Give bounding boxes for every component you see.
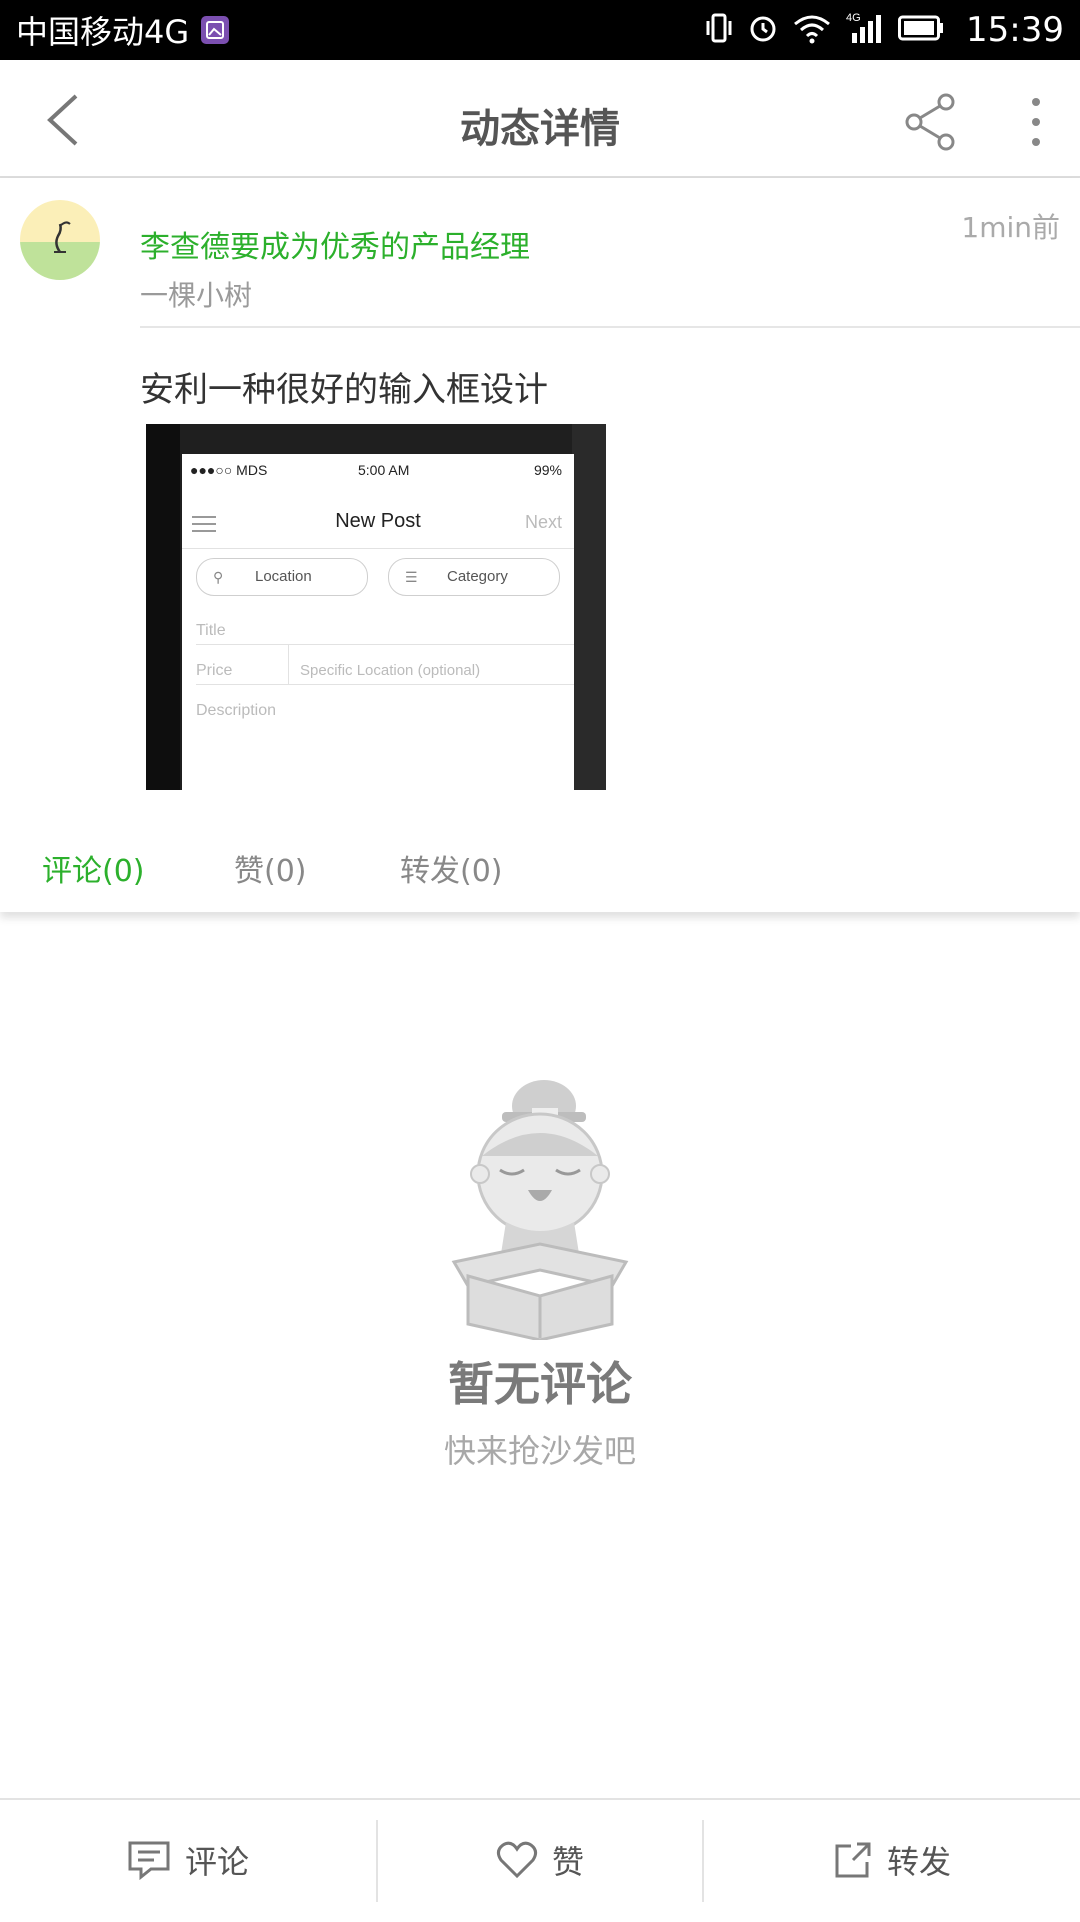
more-vert-icon [1032, 98, 1040, 146]
phone-battery: 99% [533, 462, 562, 478]
bottom-action-bar: 评论 赞 转发 [0, 1798, 1080, 1922]
phone-title-field: Title [196, 622, 226, 639]
phone-price-field: Price [196, 662, 233, 679]
like-button-label: 赞 [551, 1843, 584, 1881]
avatar[interactable] [20, 200, 100, 280]
tab-likes[interactable]: 赞(0) [234, 846, 307, 890]
comment-button[interactable]: 评论 [0, 1800, 376, 1920]
phone-specific-field: Specific Location (optional) [300, 662, 481, 679]
empty-illustration [440, 1070, 640, 1342]
phone-divider [196, 684, 574, 685]
post-tabs: 评论(0) 赞(0) 转发(0) [0, 846, 1080, 902]
phone-divider [288, 644, 289, 684]
phone-divider [196, 644, 574, 645]
phone-next: Next [524, 512, 562, 532]
like-button[interactable]: 赞 [378, 1800, 702, 1920]
share-icon [905, 93, 955, 151]
post-timestamp: 1min前 [961, 211, 1060, 244]
post-image[interactable]: ●●●○○ MDS 5:00 AM 99% New Post Next ⚲ Lo… [146, 424, 606, 790]
mascot-box-icon [451, 1080, 629, 1342]
phone-frame-right [572, 424, 606, 790]
status-bar: 中国移动4G 4G 15:39 [0, 0, 1080, 60]
phone-carrier: ●●●○○ MDS [190, 462, 268, 478]
forward-icon [835, 1842, 871, 1878]
phone-description-field: Description [196, 702, 277, 719]
app-header: 动态详情 [0, 60, 1080, 178]
signal-icon: 4G [846, 11, 884, 49]
post-text: 安利一种很好的输入框设计 [140, 370, 548, 410]
location-chip: ⚲ Location [196, 558, 368, 596]
phone-title: New Post [335, 510, 421, 532]
tab-reposts[interactable]: 转发(0) [400, 846, 503, 890]
vibrate-icon [704, 12, 734, 48]
post-card: 李查德要成为优秀的产品经理 一棵小树 1min前 安利一种很好的输入框设计 ●●… [0, 178, 1080, 912]
phone-screen: ●●●○○ MDS 5:00 AM 99% New Post Next ⚲ Lo… [182, 454, 574, 790]
gallery-notification-icon [201, 16, 230, 44]
status-icons: 4G 15:39 [704, 0, 1064, 60]
carrier-label: 中国移动4G [16, 13, 190, 51]
alarm-icon [748, 12, 778, 48]
empty-state-subtitle: 快来抢沙发吧 [443, 1432, 636, 1470]
phone-status-bar: ●●●○○ MDS 5:00 AM 99% [190, 462, 570, 484]
comment-icon [128, 1841, 170, 1880]
network-type: 4G [846, 12, 861, 24]
list-icon: ☰ [405, 569, 418, 585]
phone-frame-left [146, 424, 180, 790]
forward-button-label: 转发 [886, 1843, 951, 1881]
author-name[interactable]: 李查德要成为优秀的产品经理 [140, 222, 530, 266]
more-options-button[interactable] [1016, 90, 1056, 154]
location-chip-label: Location [255, 568, 312, 585]
location-pin-icon: ⚲ [213, 569, 224, 585]
phone-nav-bar: New Post Next [182, 496, 574, 549]
wifi-icon [792, 12, 832, 48]
category-chip: ☰ Category [388, 558, 560, 596]
share-button[interactable] [900, 90, 964, 154]
category-chip-label: Category [447, 568, 508, 585]
divider [140, 326, 1080, 328]
clock: 15:39 [966, 10, 1064, 50]
forward-button[interactable]: 转发 [704, 1800, 1080, 1920]
phone-time: 5:00 AM [358, 462, 410, 478]
tab-comments[interactable]: 评论(0) [42, 846, 145, 890]
heart-icon [496, 1841, 538, 1879]
battery-icon [898, 15, 944, 45]
empty-state-title: 暂无评论 [448, 1357, 632, 1411]
comment-button-label: 评论 [184, 1843, 249, 1881]
author-subtitle: 一棵小树 [140, 279, 253, 312]
sapling-avatar-icon [20, 200, 100, 280]
